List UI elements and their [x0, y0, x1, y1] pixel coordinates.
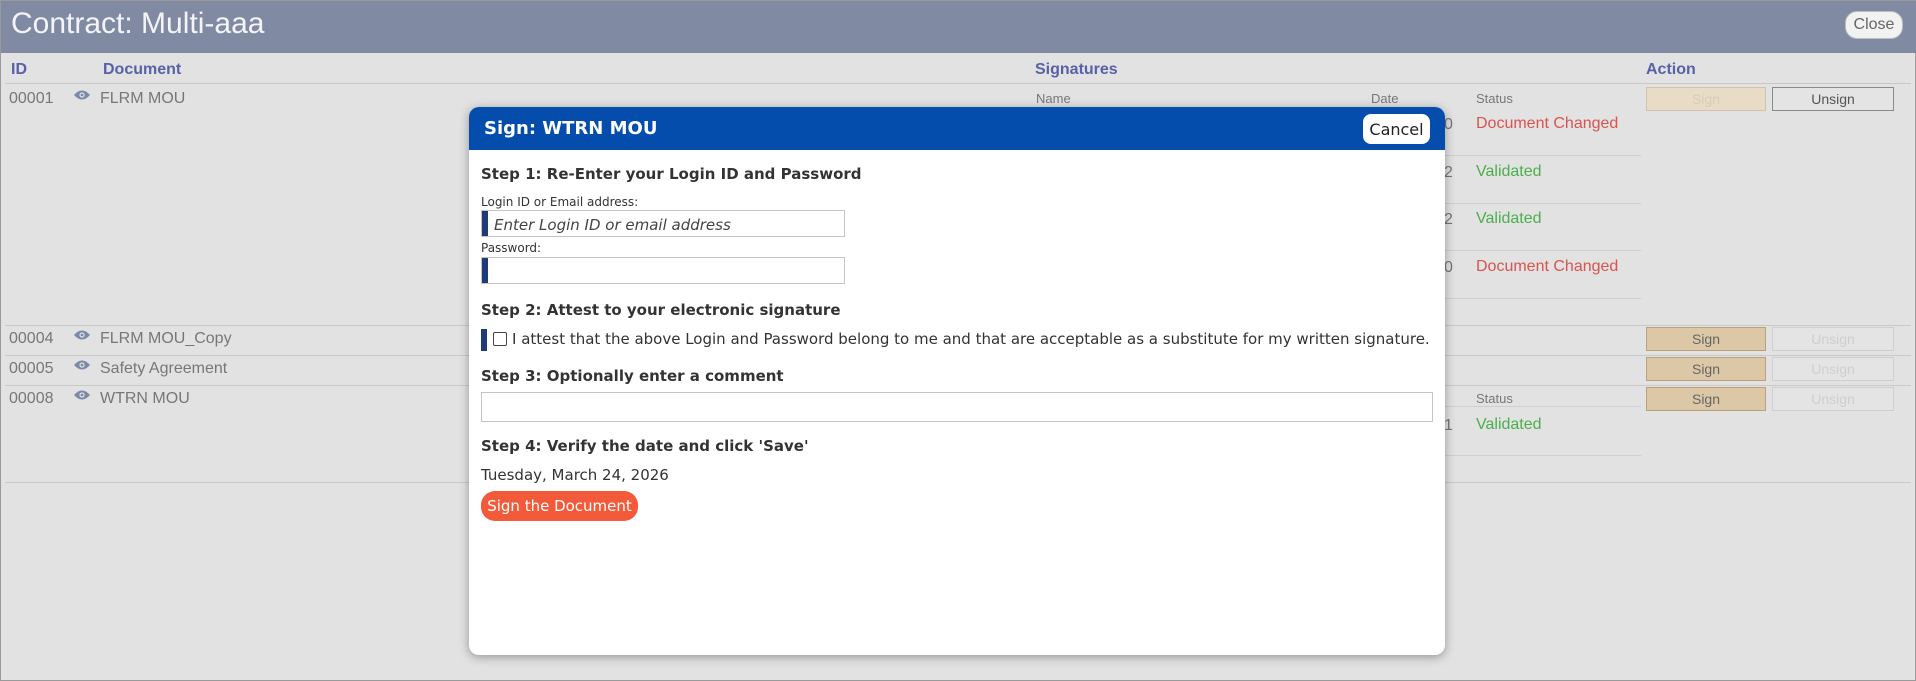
row-id: 00001	[9, 90, 54, 107]
sig-status: Validated	[1476, 163, 1542, 180]
sig-divider	[1441, 203, 1641, 204]
sign-dialog: Sign: WTRN MOU Cancel Step 1: Re-Enter y…	[469, 107, 1445, 655]
header-divider	[5, 83, 1911, 84]
row-id: 00005	[9, 360, 54, 377]
row-document: Safety Agreement	[100, 360, 228, 377]
sign-button[interactable]: Sign	[1646, 357, 1766, 381]
sig-status: Validated	[1476, 416, 1542, 433]
sig-date: 2	[1444, 164, 1453, 181]
sig-date-header: Date	[1371, 91, 1399, 106]
sig-divider	[1441, 155, 1641, 156]
password-label: Password:	[481, 241, 542, 255]
sig-date: 0	[1444, 259, 1453, 276]
sig-status: Validated	[1476, 210, 1542, 227]
comment-input[interactable]	[481, 392, 1433, 422]
sign-button[interactable]: Sign	[1646, 87, 1766, 111]
sign-button[interactable]: Sign	[1646, 327, 1766, 351]
cancel-button[interactable]: Cancel	[1363, 114, 1430, 144]
row-document: FLRM MOU	[100, 90, 186, 107]
attest-checkbox[interactable]	[493, 332, 507, 346]
login-label: Login ID or Email address:	[481, 195, 639, 209]
login-input[interactable]: Enter Login ID or email address	[481, 210, 845, 237]
dialog-header: Sign: WTRN MOU Cancel	[469, 107, 1445, 150]
title-bar: Contract: Multi-aaa Close	[1, 1, 1916, 53]
sign-document-button[interactable]: Sign the Document	[481, 491, 638, 521]
column-header-action: Action	[1646, 61, 1696, 78]
close-button[interactable]: Close	[1845, 11, 1903, 39]
login-placeholder: Enter Login ID or email address	[494, 216, 731, 234]
eye-icon[interactable]	[73, 329, 91, 341]
unsign-button[interactable]: Unsign	[1772, 387, 1894, 411]
row-id: 00004	[9, 330, 54, 347]
column-header-id: ID	[11, 61, 27, 78]
sig-date: 1	[1444, 417, 1453, 434]
sig-divider	[1441, 406, 1641, 407]
required-marker	[482, 211, 488, 236]
sig-status: Document Changed	[1476, 115, 1619, 132]
window-title: Contract: Multi-aaa	[11, 7, 265, 40]
step4-heading: Step 4: Verify the date and click 'Save'	[481, 437, 809, 455]
sig-status: Document Changed	[1476, 258, 1619, 275]
row-document: WTRN MOU	[100, 390, 190, 407]
sig-divider	[1441, 250, 1641, 251]
sig-name-header: Name	[1036, 91, 1071, 106]
sig-divider	[1441, 298, 1641, 299]
required-marker	[481, 329, 487, 351]
sig-date: 2	[1444, 211, 1453, 228]
sig-status-header: Status	[1476, 391, 1513, 406]
sign-button[interactable]: Sign	[1646, 387, 1766, 411]
step3-heading: Step 3: Optionally enter a comment	[481, 367, 784, 385]
sig-divider	[1441, 455, 1641, 456]
unsign-button[interactable]: Unsign	[1772, 87, 1894, 111]
step2-heading: Step 2: Attest to your electronic signat…	[481, 301, 841, 319]
password-input[interactable]	[481, 257, 845, 284]
step1-heading: Step 1: Re-Enter your Login ID and Passw…	[481, 165, 862, 183]
unsign-button[interactable]: Unsign	[1772, 357, 1894, 381]
sig-date: 0	[1444, 116, 1453, 133]
attest-text: I attest that the above Login and Passwo…	[512, 330, 1430, 348]
unsign-button[interactable]: Unsign	[1772, 327, 1894, 351]
eye-icon[interactable]	[73, 389, 91, 401]
column-header-document: Document	[103, 61, 182, 78]
sig-status-header: Status	[1476, 91, 1513, 106]
column-header-signatures: Signatures	[1035, 61, 1118, 78]
row-id: 00008	[9, 390, 54, 407]
eye-icon[interactable]	[73, 359, 91, 371]
row-document: FLRM MOU_Copy	[100, 330, 232, 347]
eye-icon[interactable]	[73, 89, 91, 101]
required-marker	[482, 258, 488, 283]
dialog-title: Sign: WTRN MOU	[484, 118, 658, 139]
signing-date: Tuesday, March 24, 2026	[481, 466, 669, 484]
